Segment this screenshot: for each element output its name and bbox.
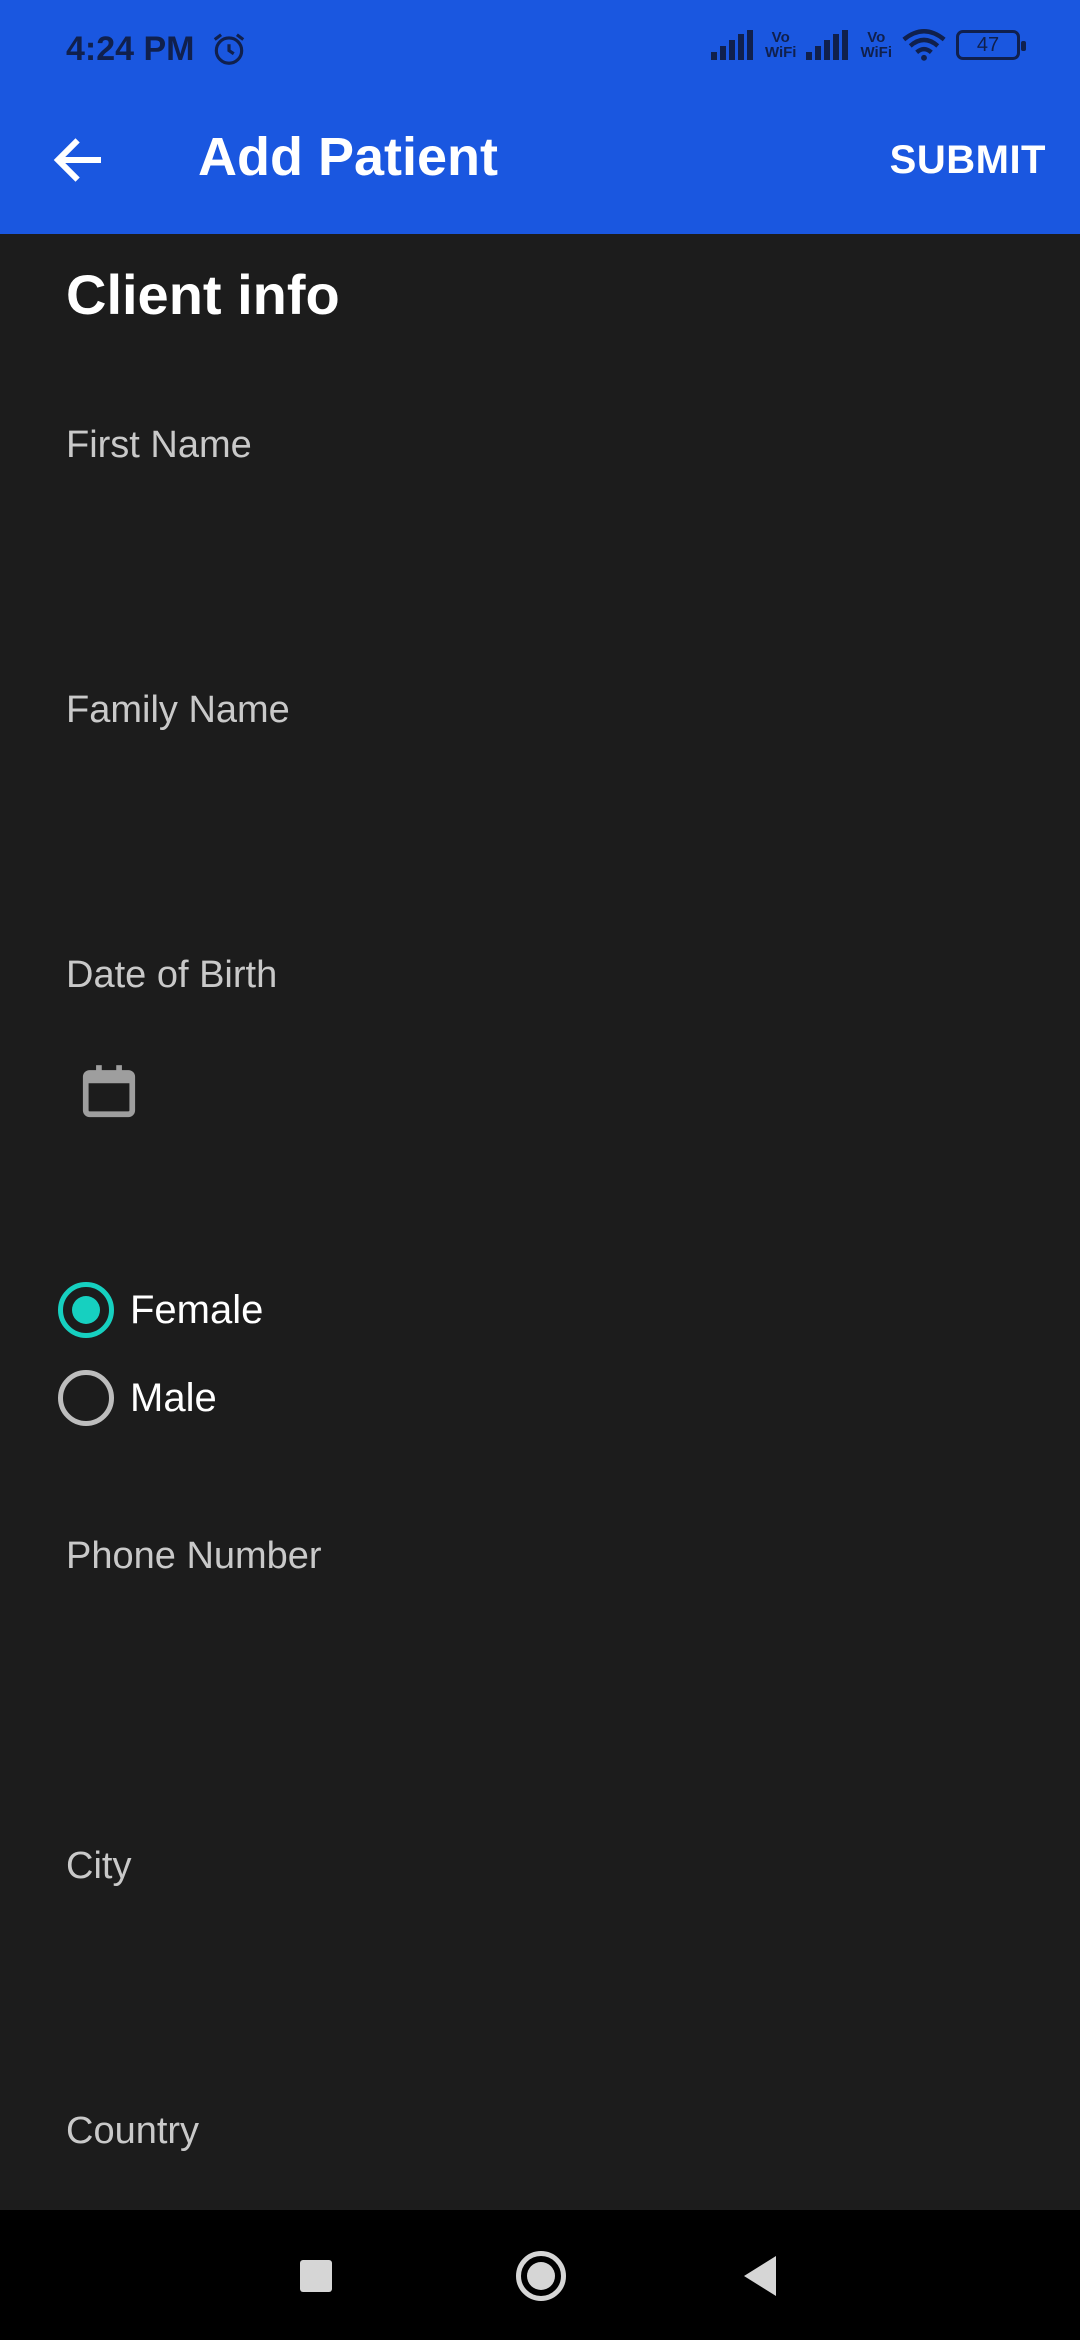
submit-button[interactable]: SUBMIT xyxy=(890,138,1046,183)
vowifi-icon: Vo WiFi xyxy=(860,29,892,61)
phone-number-field[interactable] xyxy=(66,1585,1014,1675)
section-title: Client info xyxy=(66,263,340,326)
city-field[interactable] xyxy=(66,1895,1014,1985)
app-bar: Add Patient SUBMIT xyxy=(0,100,1080,234)
status-time: 4:24 PM xyxy=(66,30,195,68)
country-field[interactable] xyxy=(66,2154,1014,2204)
radio-checked-icon[interactable] xyxy=(58,1282,114,1338)
phone-number-label: Phone Number xyxy=(66,1535,322,1577)
gender-option-male[interactable]: Male xyxy=(58,1370,217,1426)
calendar-icon[interactable] xyxy=(78,1060,140,1122)
client-info-form: Client info First Name Family Name Date … xyxy=(0,234,1080,2210)
vowifi-icon: Vo WiFi xyxy=(764,29,797,61)
recents-square-icon[interactable] xyxy=(300,2260,332,2292)
status-bar: 4:24 PM Vo WiFi Vo WiFi 47 xyxy=(0,0,1080,100)
signal-icon xyxy=(806,30,849,60)
radio-unchecked-icon[interactable] xyxy=(58,1370,114,1426)
back-arrow-icon[interactable] xyxy=(48,130,108,190)
country-label: Country xyxy=(66,2110,200,2152)
city-label: City xyxy=(66,1845,132,1887)
system-nav-bar xyxy=(0,2210,1080,2340)
gender-option-female[interactable]: Female xyxy=(58,1282,263,1338)
first-name-label: First Name xyxy=(66,424,252,466)
signal-icon xyxy=(710,30,753,60)
date-of-birth-label: Date of Birth xyxy=(66,954,278,996)
alarm-icon xyxy=(213,33,245,65)
battery-icon: 47 xyxy=(956,30,1026,60)
status-icons: Vo WiFi Vo WiFi 47 xyxy=(710,28,1026,62)
radio-label-female: Female xyxy=(130,1287,264,1332)
radio-label-male: Male xyxy=(130,1375,217,1420)
family-name-field[interactable] xyxy=(66,739,1014,829)
wifi-icon xyxy=(902,29,946,61)
back-triangle-icon[interactable] xyxy=(744,2256,776,2296)
home-circle-icon[interactable] xyxy=(516,2251,566,2301)
first-name-field[interactable] xyxy=(66,474,1014,564)
page-title: Add Patient xyxy=(198,127,499,187)
family-name-label: Family Name xyxy=(66,689,290,731)
